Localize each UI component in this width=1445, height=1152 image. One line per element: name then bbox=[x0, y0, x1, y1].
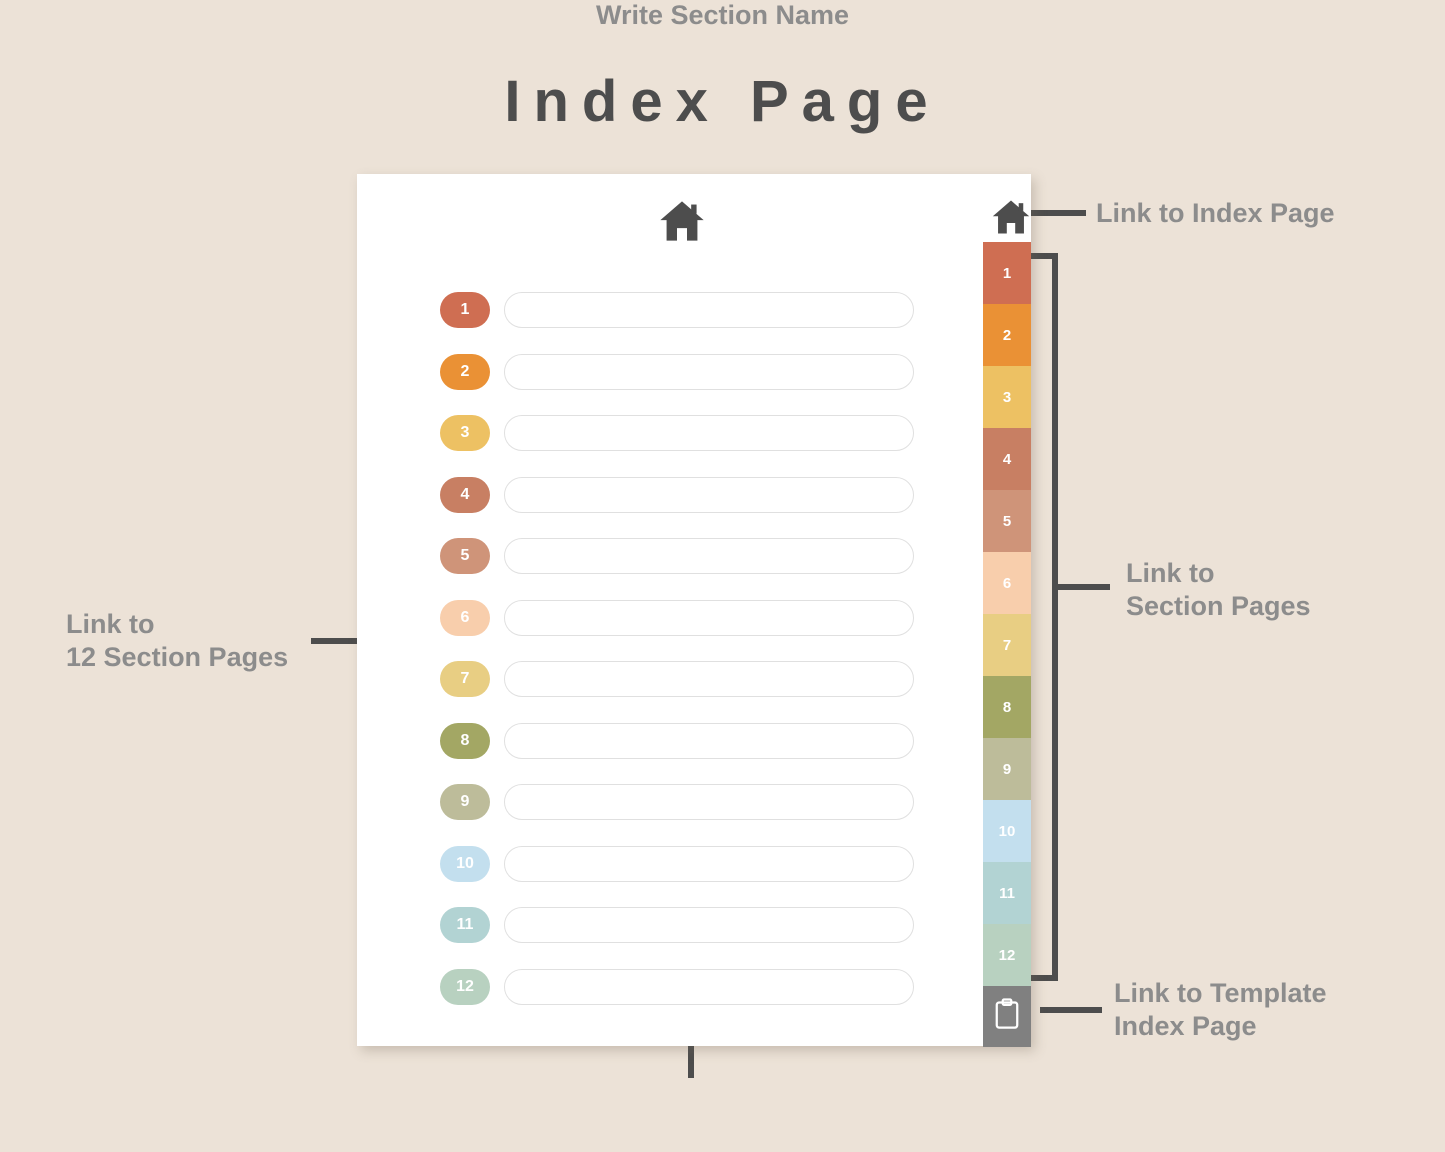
annotation-write-section-name: Write Section Name bbox=[595, 0, 850, 30]
annotation-left-sections: Link to 12 Section Pages bbox=[66, 609, 289, 672]
section-badge-8[interactable]: 8 bbox=[440, 722, 490, 759]
list-item: 12 bbox=[440, 968, 920, 1031]
color-tab-10[interactable]: 10 bbox=[983, 800, 1031, 862]
section-row-list: 1 2 3 4 5 6 7 8 9 10 11 12 bbox=[440, 292, 920, 1030]
page-title: Index Page bbox=[504, 69, 941, 134]
color-tab-1[interactable]: 1 bbox=[983, 242, 1031, 304]
template-index-connector bbox=[1040, 1007, 1102, 1013]
list-item: 2 bbox=[440, 353, 920, 416]
section-name-field-2[interactable] bbox=[504, 353, 914, 390]
planner-page-card: 1 2 3 4 5 6 7 8 9 10 11 12 1 2 3 4 5 6 7… bbox=[357, 174, 1032, 1047]
list-item: 3 bbox=[440, 415, 920, 477]
color-tab-5[interactable]: 5 bbox=[983, 490, 1031, 552]
list-item: 6 bbox=[440, 599, 920, 662]
section-name-field-5[interactable] bbox=[504, 538, 914, 574]
clipboard-icon bbox=[994, 998, 1020, 1035]
color-tab-4[interactable]: 4 bbox=[983, 428, 1031, 490]
section-name-field-10[interactable] bbox=[504, 845, 914, 882]
list-item: 10 bbox=[440, 845, 920, 908]
annotation-section-pages: Link to Section Pages bbox=[1126, 558, 1311, 621]
list-item: 1 bbox=[440, 292, 920, 354]
list-item: 11 bbox=[440, 907, 920, 969]
list-item: 7 bbox=[440, 661, 920, 723]
color-tab-8[interactable]: 8 bbox=[983, 676, 1031, 738]
section-name-field-8[interactable] bbox=[504, 722, 914, 759]
section-badge-7[interactable]: 7 bbox=[440, 661, 490, 697]
annotation-template-index: Link to Template Index Page bbox=[1114, 978, 1327, 1041]
right-bracket-stem bbox=[1052, 584, 1110, 590]
section-badge-12[interactable]: 12 bbox=[440, 968, 490, 1005]
list-item: 9 bbox=[440, 784, 920, 846]
section-badge-6[interactable]: 6 bbox=[440, 599, 490, 636]
index-page-connector bbox=[1030, 210, 1086, 216]
section-name-field-9[interactable] bbox=[504, 784, 914, 820]
section-name-field-7[interactable] bbox=[504, 661, 914, 697]
right-bracket-spine bbox=[1052, 253, 1058, 981]
section-badge-3[interactable]: 3 bbox=[440, 415, 490, 451]
color-tab-12[interactable]: 12 bbox=[983, 924, 1031, 986]
list-item: 4 bbox=[440, 476, 920, 539]
color-tab-2[interactable]: 2 bbox=[983, 304, 1031, 366]
list-item: 8 bbox=[440, 722, 920, 785]
section-name-field-4[interactable] bbox=[504, 476, 914, 513]
section-badge-5[interactable]: 5 bbox=[440, 538, 490, 574]
section-name-field-1[interactable] bbox=[504, 292, 914, 328]
color-tab-7[interactable]: 7 bbox=[983, 614, 1031, 676]
section-badge-10[interactable]: 10 bbox=[440, 845, 490, 882]
section-name-field-6[interactable] bbox=[504, 599, 914, 636]
section-badge-9[interactable]: 9 bbox=[440, 784, 490, 820]
home-icon-tab[interactable] bbox=[990, 196, 1032, 238]
home-icon[interactable] bbox=[657, 196, 707, 246]
section-badge-2[interactable]: 2 bbox=[440, 353, 490, 390]
section-name-field-12[interactable] bbox=[504, 968, 914, 1005]
section-badge-1[interactable]: 1 bbox=[440, 292, 490, 328]
list-item: 5 bbox=[440, 538, 920, 600]
color-tab-3[interactable]: 3 bbox=[983, 366, 1031, 428]
poster-canvas: Index Page 1 2 3 4 5 6 7 8 9 10 11 12 1 … bbox=[0, 0, 1445, 1152]
color-tab-9[interactable]: 9 bbox=[983, 738, 1031, 800]
section-badge-4[interactable]: 4 bbox=[440, 476, 490, 513]
section-name-field-11[interactable] bbox=[504, 907, 914, 943]
template-index-tab[interactable] bbox=[983, 986, 1031, 1047]
section-badge-11[interactable]: 11 bbox=[440, 907, 490, 943]
color-tab-6[interactable]: 6 bbox=[983, 552, 1031, 614]
section-name-field-3[interactable] bbox=[504, 415, 914, 451]
section-tab-strip: 1 2 3 4 5 6 7 8 9 10 11 12 bbox=[983, 242, 1031, 1047]
color-tab-11[interactable]: 11 bbox=[983, 862, 1031, 924]
annotation-index-page: Link to Index Page bbox=[1096, 198, 1335, 228]
